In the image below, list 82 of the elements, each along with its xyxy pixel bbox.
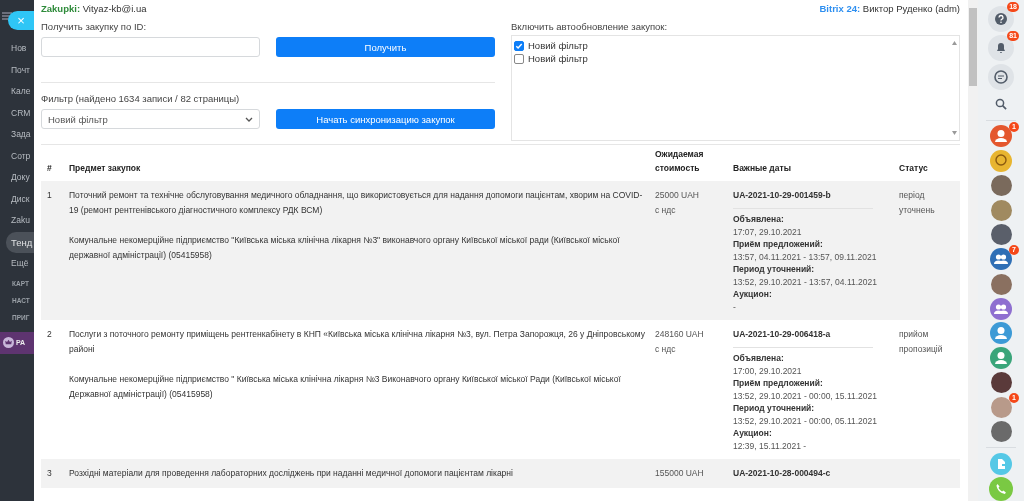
date-value: 12:39, 15.11.2021 -	[733, 440, 808, 452]
scrollbar[interactable]	[968, 0, 978, 501]
avatar-photo[interactable]	[990, 273, 1012, 295]
cost-value: 155000 UAH	[655, 467, 705, 480]
row-number: 1	[46, 189, 53, 202]
column-header: #	[46, 162, 53, 175]
sidebar-item[interactable]: Сотр	[0, 145, 34, 167]
user-avatar-icon[interactable]	[990, 322, 1012, 345]
filter-label: Фильтр (найдено 1634 записи / 82 страницы)	[41, 92, 241, 106]
date-label: Приём предложений:	[733, 377, 824, 390]
sidebar-item[interactable]: Кале	[0, 81, 34, 103]
scrollbar-thumb[interactable]	[969, 8, 977, 86]
cost-note: с ндс	[655, 343, 677, 356]
column-header: Статус	[898, 162, 929, 175]
sidebar-item[interactable]: CRM	[0, 102, 34, 124]
sidebar-item[interactable]: Ещё	[0, 253, 34, 275]
customer-name: Комунальне некомерційне підприємство "Київська міська клінічна лікарня №3" виконавчого органу Київської міської ради (Київської міської державної адміністрації) (05415958)	[69, 234, 621, 262]
scroll-down-icon[interactable]	[952, 131, 957, 135]
scroll-up-icon[interactable]	[952, 41, 957, 45]
menu-icon[interactable]	[2, 12, 12, 20]
search-icon[interactable]	[995, 98, 1007, 111]
user-info: Bitrix 24: Виктор Руденко (adm)	[819, 2, 960, 14]
procurement-subject: Послуги з поточного ремонту приміщень рентгенкабінету в КНП «Київська міська клінічна лікарня №3, вул. Петра Запорожця, 26 у Дніпровському районі	[69, 328, 646, 356]
column-header: Важные даты	[732, 162, 792, 175]
checkbox-label: Новий фільтр	[528, 53, 588, 64]
get-button[interactable]: Получить	[276, 37, 495, 57]
date-value: 17:07, 29.10.2021	[733, 226, 803, 238]
date-value: 13:57, 04.11.2021 - 13:57, 09.11.2021	[733, 251, 878, 263]
filter-dropdown[interactable]: Новий фільтр	[41, 109, 260, 129]
sidebar-item[interactable]: Зада	[0, 124, 34, 146]
procurement-subject: Поточний ремонт та технічне обслуговування медичного обладнання, що використовується для надання допомоги пацієнтам, хворим на COVID-19 (ремонт рентгенівського діагностичного комплексу РДК ВСМ)	[69, 189, 644, 217]
avatar-photo[interactable]	[990, 174, 1012, 196]
autoupdate-label: Включить автообновление закупок:	[511, 20, 669, 34]
date-label: Период уточнений:	[733, 402, 816, 415]
procurement-subject: Розхідні матеріали для проведення лабораторних досліджень при наданні медичної допомоги пацієнтам лікарні	[69, 467, 514, 480]
date-value: 13:52, 29.10.2021 - 00:00, 05.11.2021	[733, 415, 878, 427]
cost-value: 25000 UAH	[655, 189, 700, 202]
sidebar-item[interactable]: Диск	[0, 188, 34, 210]
sidebar-item[interactable]: Нов	[0, 38, 34, 60]
account-info: Zakupki: Vityaz-kb@i.ua	[41, 2, 147, 14]
date-value: -	[733, 301, 737, 313]
user-avatar-icon[interactable]	[990, 125, 1012, 148]
customer-name: Комунальне некомерційне підприємство " Київська міська клінічна лікарня №3 Виконавчого органу Київської міської Ради (Київської міської Державної адміністрації) (05415958)	[69, 373, 622, 401]
field-label: Получить закупку по ID:	[41, 20, 148, 34]
checkbox[interactable]	[514, 40, 524, 51]
column-header: Ожидаемая стоимость	[654, 148, 705, 175]
group-icon[interactable]	[990, 248, 1012, 271]
avatar-photo[interactable]	[990, 421, 1012, 443]
date-label: Объявлена:	[733, 213, 785, 226]
sidebar-item[interactable]: Доку	[0, 167, 34, 189]
chevron-icon	[245, 116, 253, 122]
sync-button[interactable]: Начать синхронизацию закупок	[276, 109, 495, 129]
date-value: 17:00, 29.10.2021	[733, 365, 803, 377]
crown-icon	[3, 337, 14, 348]
date-label: Аукцион:	[733, 427, 773, 440]
sidebar-item[interactable]: Тенд	[6, 231, 34, 253]
date-value: 13:52, 29.10.2021 - 00:00, 15.11.2021	[733, 390, 878, 402]
tender-id: UA-2021-10-29-006418-a	[733, 328, 832, 341]
date-label: Аукцион:	[733, 288, 773, 301]
checkbox-label: Новий фільтр	[528, 40, 588, 51]
sidebar-item[interactable]: Zaku	[0, 210, 34, 232]
status-text: прийом пропозицій	[899, 328, 944, 356]
group-icon[interactable]	[990, 297, 1012, 320]
row-number: 3	[46, 467, 53, 480]
chat-icon[interactable]	[988, 64, 1014, 91]
checkbox[interactable]	[514, 53, 524, 64]
tender-id: UA-2021-10-28-000494-c	[733, 467, 832, 480]
date-label: Объявлена:	[733, 352, 785, 365]
cost-value: 248160 UAH	[655, 328, 705, 341]
id-input-field[interactable]	[41, 37, 260, 57]
avatar-photo[interactable]	[990, 372, 1012, 394]
row-number: 2	[46, 328, 53, 341]
column-header: Предмет закупок	[68, 162, 142, 175]
avatar-photo[interactable]	[990, 224, 1012, 246]
logo-avatar-icon[interactable]	[990, 149, 1012, 172]
tender-id: UA-2021-10-29-001459-b	[733, 189, 832, 202]
status-text: період уточнень	[899, 189, 936, 217]
sidebar-item[interactable]: Почт	[0, 59, 34, 81]
date-label: Приём предложений:	[733, 238, 824, 251]
date-value: 13:52, 29.10.2021 - 13:57, 04.11.2021	[733, 276, 878, 288]
cost-note: с ндс	[655, 204, 677, 217]
date-label: Период уточнений:	[733, 263, 816, 276]
